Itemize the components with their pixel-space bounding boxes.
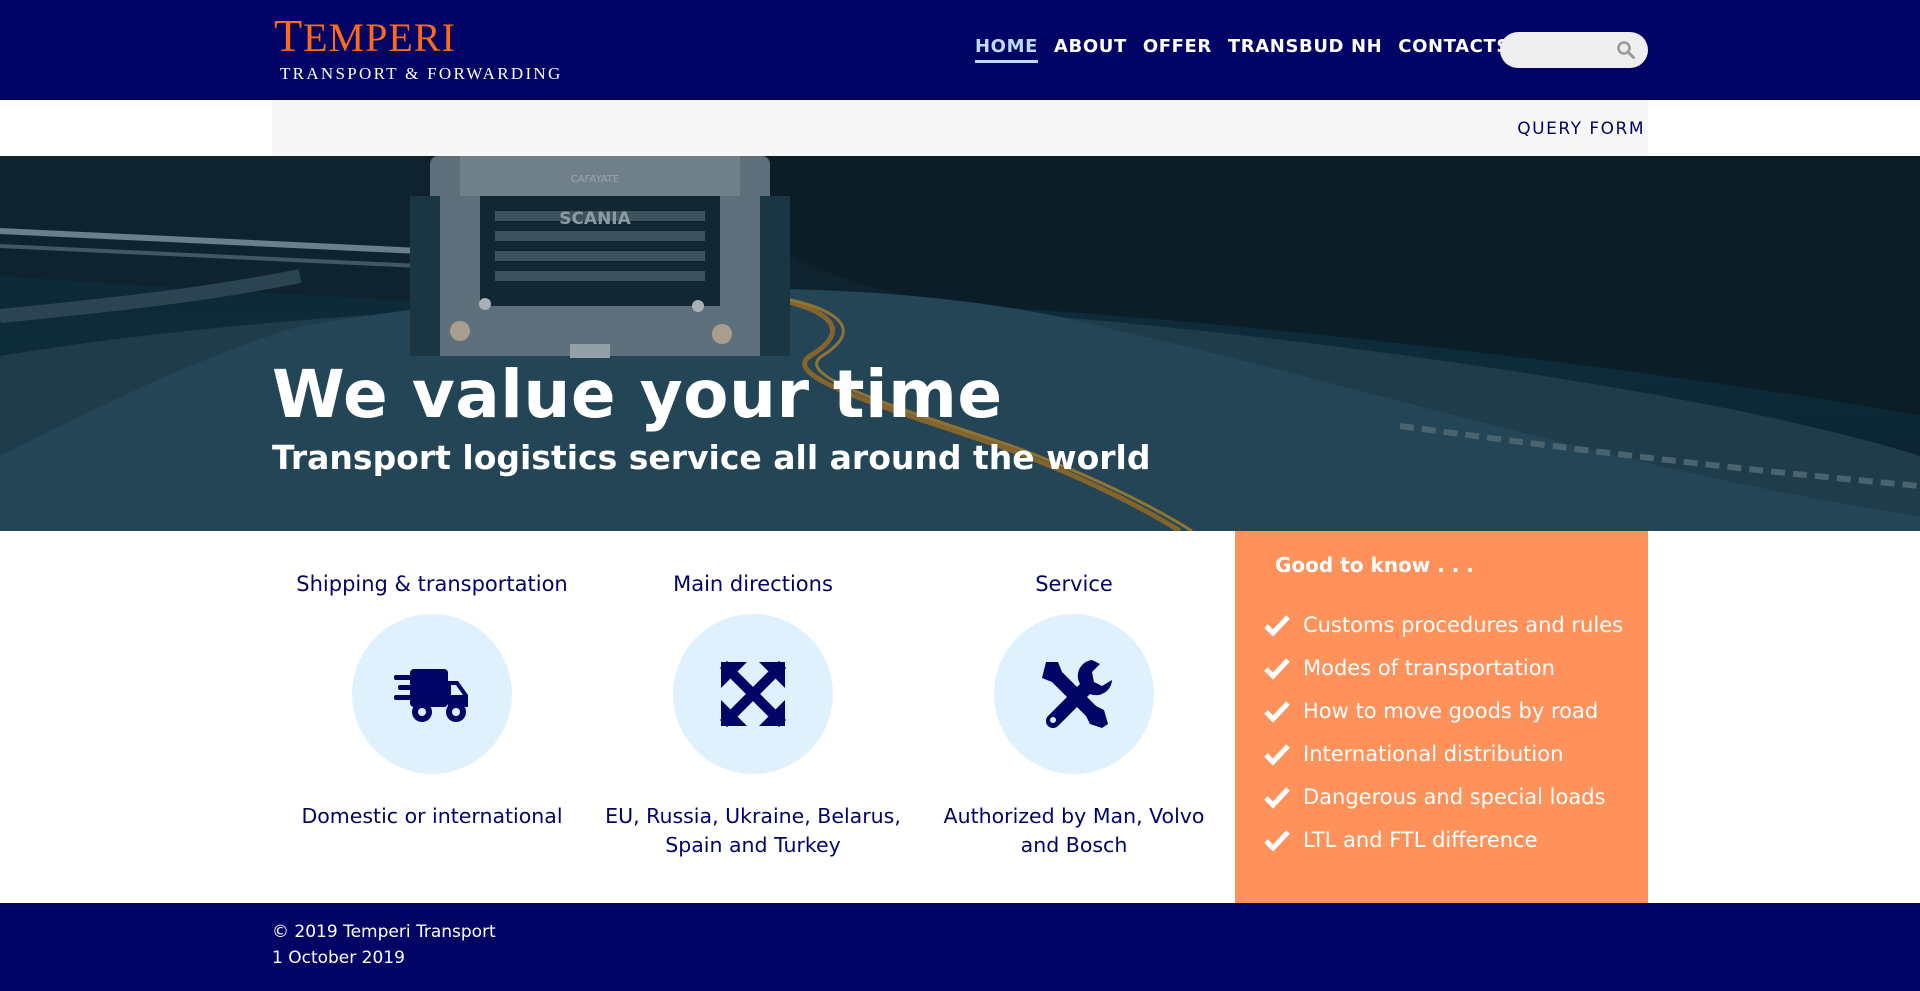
good-to-know-title: Good to know . . .: [1275, 553, 1474, 577]
main-nav: HOME ABOUT OFFER TRANSBUD NH CONTACTS: [975, 36, 1510, 63]
feature-title: Service: [1035, 572, 1113, 596]
feature-description: EU, Russia, Ukraine, Belarus, Spain and …: [605, 804, 901, 857]
nav-home[interactable]: HOME: [975, 36, 1038, 63]
logo[interactable]: TEMPERI TRANSPORT & FORWARDING: [274, 10, 563, 84]
hero-title: We value your time: [272, 356, 1003, 433]
logo-name: TEMPERI: [274, 10, 456, 61]
good-to-know-panel: Good to know . . . Customs procedures an…: [1235, 531, 1648, 903]
hero-subtitle: Transport logistics service all around t…: [272, 438, 1151, 477]
checkmark-icon: [1264, 786, 1290, 809]
search-icon[interactable]: [1616, 40, 1636, 60]
footer-copyright: © 2019 Temperi Transport: [272, 922, 496, 942]
list-item-label: Customs procedures and rules: [1303, 612, 1624, 637]
top-header: TEMPERI TRANSPORT & FORWARDING HOME ABOU…: [0, 0, 1920, 100]
footer: © 2019 Temperi Transport 1 October 2019: [0, 903, 1920, 991]
list-item-label: Modes of transportation: [1303, 655, 1555, 680]
list-item-label: How to move goods by road: [1303, 698, 1599, 723]
list-item[interactable]: Dangerous and special loads: [1263, 775, 1623, 818]
list-item[interactable]: LTL and FTL difference: [1263, 818, 1623, 861]
expand-arrows-icon: [719, 660, 787, 728]
feature-title: Main directions: [673, 572, 833, 596]
feature-shipping: Shipping & transportation Domestic or in…: [282, 572, 582, 831]
feature-title: Shipping & transportation: [296, 572, 568, 596]
search-box: [1500, 32, 1648, 68]
checkmark-icon: [1264, 700, 1290, 723]
checkmark-icon: [1264, 614, 1290, 637]
list-item-label: LTL and FTL difference: [1303, 827, 1538, 852]
truck-icon: [394, 669, 468, 722]
checkmark-icon: [1264, 829, 1290, 852]
nav-offer[interactable]: OFFER: [1143, 36, 1212, 63]
feature-description: Domestic or international: [301, 804, 563, 828]
tools-icon: [1042, 660, 1112, 729]
nav-transbud-nh[interactable]: TRANSBUD NH: [1228, 36, 1382, 63]
list-item[interactable]: Customs procedures and rules: [1263, 603, 1623, 646]
footer-date: 1 October 2019: [272, 948, 405, 968]
hero-banner: SCANIA CAFAYATE We value your time Trans…: [0, 156, 1920, 531]
query-form-link[interactable]: QUERY FORM: [1517, 119, 1645, 139]
list-item[interactable]: How to move goods by road: [1263, 689, 1623, 732]
search-input[interactable]: [1514, 39, 1614, 61]
feature-icon-circle: [352, 614, 512, 774]
sub-nav-bar: QUERY FORM: [272, 100, 1648, 156]
list-item[interactable]: International distribution: [1263, 732, 1623, 775]
feature-directions: Main directions EU, Russia, Ukraine, Bel…: [603, 572, 903, 860]
feature-icon-circle: [673, 614, 833, 774]
logo-tagline: TRANSPORT & FORWARDING: [280, 64, 563, 83]
feature-service: Service Authorized by Man, Volvo and Bos…: [924, 572, 1224, 860]
list-item[interactable]: Modes of transportation: [1263, 646, 1623, 689]
list-item-label: International distribution: [1303, 741, 1564, 766]
feature-description: Authorized by Man, Volvo and Bosch: [943, 804, 1205, 857]
nav-contacts[interactable]: CONTACTS: [1398, 36, 1510, 63]
nav-about[interactable]: ABOUT: [1054, 36, 1127, 63]
feature-icon-circle: [994, 614, 1154, 774]
checkmark-icon: [1264, 743, 1290, 766]
checkmark-icon: [1264, 657, 1290, 680]
list-item-label: Dangerous and special loads: [1303, 784, 1606, 809]
good-to-know-list: Customs procedures and rules Modes of tr…: [1263, 603, 1623, 861]
